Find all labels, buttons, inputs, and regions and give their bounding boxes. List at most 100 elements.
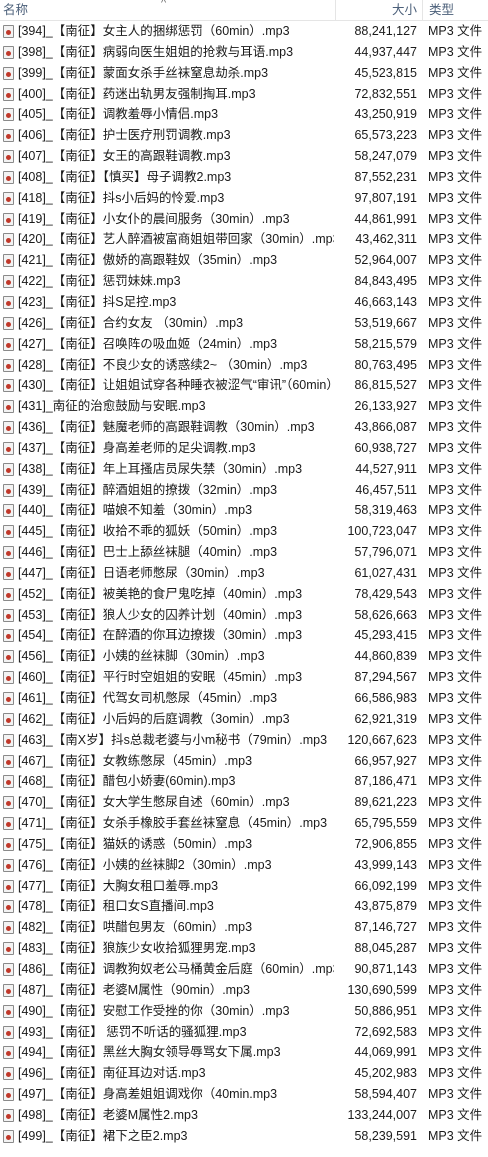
file-type: MP3 文件 [428, 294, 483, 309]
file-row[interactable]: [418]_【南征】抖s小后妈的怜爱.mp3 97,807,191 MP3 文件 [0, 188, 488, 209]
file-size: 87,294,567 [354, 670, 417, 685]
file-size: 87,552,231 [354, 169, 417, 184]
mp3-file-icon [3, 942, 14, 956]
file-type: MP3 文件 [428, 774, 483, 789]
file-row[interactable]: [498]_【南征】老婆M属性2.mp3 133,244,007 MP3 文件 [0, 1105, 488, 1126]
file-name: [446]_【南征】巴士上舔丝袜腿（40min）.mp3 [18, 545, 278, 560]
file-row[interactable]: [430]_【南征】让姐姐试穿各种睡衣被涩气“审讯”（60min）.mp3 86,… [0, 375, 488, 396]
column-header-name[interactable]: 名称 [3, 0, 333, 21]
file-name: [456]_【南征】小姨的丝袜脚（30min）.mp3 [18, 649, 265, 664]
file-type: MP3 文件 [428, 691, 483, 705]
mp3-file-icon [3, 462, 14, 476]
file-row[interactable]: [477]_【南征】大胸女租口羞辱.mp3 66,092,199 MP3 文件 [0, 876, 488, 897]
file-row[interactable]: [454]_【南征】在醉酒的你耳边撩拨（30min）.mp3 45,293,415… [0, 625, 488, 646]
file-row[interactable]: [483]_【南征】狼族少女收拾狐狸男宠.mp3 88,045,287 MP3 文件 [0, 938, 488, 959]
file-size: 80,763,495 [354, 357, 417, 372]
file-row[interactable]: [461]_【南征】代驾女司机憋尿（45min）.mp3 66,586,983 MP… [0, 688, 488, 709]
file-name: [471]_【南征】女杀手橡胶手套丝袜窒息（45min）.mp3 [18, 816, 328, 831]
file-type: MP3 文件 [428, 232, 483, 247]
mp3-file-icon [3, 400, 14, 414]
file-row[interactable]: [445]_【南征】收拾不乖的狐妖（50min）.mp3 100,723,047 M… [0, 521, 488, 542]
mp3-file-icon [3, 1129, 14, 1143]
mp3-file-icon [3, 692, 14, 705]
file-row[interactable]: [468]_【南征】醋包小娇妻(60min).mp3 87,186,471 MP3 … [0, 771, 488, 792]
file-type: MP3 文件 [428, 169, 483, 184]
file-row[interactable]: [460]_【南征】平行时空姐姐的安眠（45min）.mp3 87,294,567… [0, 667, 488, 688]
file-row[interactable]: [428]_【南征】不良少女的诱惑续2~ （30min）.mp3 80,763,4… [0, 355, 488, 376]
file-type: MP3 文件 [428, 1128, 483, 1143]
file-name: [478]_【南征】租口女S直播间.mp3 [18, 899, 214, 914]
file-row[interactable]: [398]_【南征】病弱向医生姐姐的抢救与耳语.mp3 44,937,447 MP3… [0, 42, 488, 63]
file-name: [405]_【南征】调教羞辱小情侣.mp3 [18, 107, 219, 122]
file-row[interactable]: [482]_【南征】哄醋包男友（60min）.mp3 87,146,727 MP3 … [0, 917, 488, 938]
file-name: [438]_【南征】年上耳搔店员尿失禁（30min）.mp3 [18, 461, 303, 476]
file-row[interactable]: [400]_【南征】药迷出轨男友强制掏耳.mp3 72,832,551 MP3 文件 [0, 84, 488, 105]
column-header-size[interactable]: 大小 [335, 0, 417, 21]
file-type: MP3 文件 [428, 711, 483, 726]
file-type: MP3 文件 [428, 1003, 483, 1018]
file-type: MP3 文件 [428, 732, 483, 747]
file-row[interactable]: [497]_【南征】身高差姐姐调戏你（40min.mp3 58,594,407 MP… [0, 1084, 488, 1105]
file-row[interactable]: [419]_【南征】小女仆的晨间服务（30min）.mp3 44,861,991 M… [0, 209, 488, 230]
column-header-bar: 名称 ^ 大小 类型 [0, 0, 488, 21]
file-row[interactable]: [436]_【南征】魅魔老师的高跟鞋调教（30min）.mp3 43,866,08… [0, 417, 488, 438]
file-row[interactable]: [406]_【南征】护士医疗刑罚调教.mp3 65,573,223 MP3 文件 [0, 125, 488, 146]
file-row[interactable]: [423]_【南征】抖S足控.mp3 46,663,143 MP3 文件 [0, 292, 488, 313]
file-type: MP3 文件 [428, 399, 483, 414]
file-size: 58,247,079 [354, 149, 417, 164]
file-row[interactable]: [421]_【南征】傲娇的高跟鞋奴（35min）.mp3 52,964,007 MP… [0, 250, 488, 271]
file-row[interactable]: [439]_【南征】醉酒姐姐的撩拨（32min）.mp3 46,457,511 MP… [0, 480, 488, 501]
file-row[interactable]: [462]_【南征】小后妈的后庭调教（3omin）.mp3 62,921,319 M… [0, 709, 488, 730]
file-size: 72,692,583 [354, 1024, 417, 1039]
file-row[interactable]: [493]_【南征】 惩罚不听话的骚狐狸.mp3 72,692,583 MP3 文件 [0, 1022, 488, 1043]
mp3-file-icon [3, 483, 14, 497]
file-row[interactable]: [405]_【南征】调教羞辱小情侣.mp3 43,250,919 MP3 文件 [0, 104, 488, 125]
mp3-file-icon [3, 441, 14, 455]
file-row[interactable]: [453]_【南征】狼人少女的囚养计划（40min）.mp3 58,626,663… [0, 605, 488, 626]
file-name: [497]_【南征】身高差姐姐调戏你（40min.mp3 [18, 1087, 278, 1102]
column-header-type[interactable]: 类型 [422, 0, 488, 21]
file-row[interactable]: [438]_【南征】年上耳搔店员尿失禁（30min）.mp3 44,527,911… [0, 459, 488, 480]
file-size: 43,866,087 [354, 420, 417, 435]
file-type: MP3 文件 [428, 524, 483, 539]
file-row[interactable]: [463]_【南X岁】抖s总裁老婆与小m秘书（79min）.mp3 120,667… [0, 730, 488, 751]
file-size: 58,215,579 [354, 336, 417, 351]
file-row[interactable]: [447]_【南征】日语老师憋尿（30min）.mp3 61,027,431 MP3… [0, 563, 488, 584]
file-row[interactable]: [494]_【南征】黑丝大胸女领导辱骂女下属.mp3 44,069,991 MP3 … [0, 1042, 488, 1063]
file-row[interactable]: [452]_【南征】被美艳的食尸鬼吃掉（40min）.mp3 78,429,543… [0, 584, 488, 605]
file-row[interactable]: [431]_南征的治愈鼓励与安眠.mp3 26,133,927 MP3 文件 [0, 396, 488, 417]
file-row[interactable]: [426]_【南征】合约女友 （30min）.mp3 53,519,667 MP3 … [0, 313, 488, 334]
file-row[interactable]: [446]_【南征】巴士上舔丝袜腿（40min）.mp3 57,796,071 MP… [0, 542, 488, 563]
file-row[interactable]: [422]_【南征】惩罚妹妹.mp3 84,843,495 MP3 文件 [0, 271, 488, 292]
file-row[interactable]: [394]_【南征】女主人的捆绑惩罚（60min）.mp3 88,241,127 M… [0, 21, 488, 42]
file-row[interactable]: [471]_【南征】女杀手橡胶手套丝袜窒息（45min）.mp3 65,795,5… [0, 813, 488, 834]
file-type: MP3 文件 [428, 274, 483, 289]
file-name: [423]_【南征】抖S足控.mp3 [18, 294, 177, 309]
file-row[interactable]: [437]_【南征】身高差老师的足尖调教.mp3 60,938,727 MP3 文件 [0, 438, 488, 459]
mp3-file-icon [3, 629, 14, 643]
file-row[interactable]: [478]_【南征】租口女S直播间.mp3 43,875,879 MP3 文件 [0, 896, 488, 917]
file-size: 58,594,407 [354, 1087, 417, 1102]
file-row[interactable]: [475]_【南征】猫妖的诱惑（50min）.mp3 72,906,855 MP3 … [0, 834, 488, 855]
file-row[interactable]: [487]_【南征】老婆M属性（90min）.mp3 130,690,599 MP3… [0, 980, 488, 1001]
file-row[interactable]: [496]_【南征】南征耳边对话.mp3 45,202,983 MP3 文件 [0, 1063, 488, 1084]
file-row[interactable]: [407]_【南征】女王的高跟鞋调教.mp3 58,247,079 MP3 文件 [0, 146, 488, 167]
file-row[interactable]: [470]_【南征】女大学生憋尿自述（60min）.mp3 89,621,223 M… [0, 792, 488, 813]
mp3-file-icon [3, 129, 14, 143]
file-size: 133,244,007 [347, 1107, 417, 1122]
file-row[interactable]: [476]_【南征】小姨的丝袜脚2（30min）.mp3 43,999,143 MP… [0, 855, 488, 876]
file-row[interactable]: [399]_【南征】蒙面女杀手丝袜窒息劫杀.mp3 45,523,815 MP3 文… [0, 63, 488, 84]
file-size: 44,069,991 [354, 1045, 417, 1060]
file-type: MP3 文件 [428, 586, 483, 601]
file-row[interactable]: [467]_【南征】女教练憋尿（45min）.mp3 66,957,927 MP3 … [0, 751, 488, 772]
file-row[interactable]: [490]_【南征】安慰工作受挫的你（30min）.mp3 50,886,951 M… [0, 1001, 488, 1022]
file-row[interactable]: [420]_【南征】艺人醉酒被富商姐姐带回家（30min）.mp3 43,462,… [0, 229, 488, 250]
file-name: [468]_【南征】醋包小娇妻(60min).mp3 [18, 774, 236, 789]
file-row[interactable]: [486]_【南征】调教狗奴老公马桶黄金后庭（60min）.mp3 90,871,… [0, 959, 488, 980]
file-row[interactable]: [408]_【南征】【慎买】母子调教2.mp3 87,552,231 MP3 文件 [0, 167, 488, 188]
file-row[interactable]: [499]_【南征】裙下之臣2.mp3 58,239,591 MP3 文件 [0, 1126, 488, 1147]
file-row[interactable]: [427]_【南征】召唤阵の吸血姬（24min）.mp3 58,215,579 MP… [0, 334, 488, 355]
file-size: 88,241,127 [354, 24, 417, 38]
file-row[interactable]: [440]_【南征】喵娘不知羞（30min）.mp3 58,319,463 MP3 … [0, 500, 488, 521]
file-row[interactable]: [456]_【南征】小姨的丝袜脚（30min）.mp3 44,860,839 MP3… [0, 646, 488, 667]
